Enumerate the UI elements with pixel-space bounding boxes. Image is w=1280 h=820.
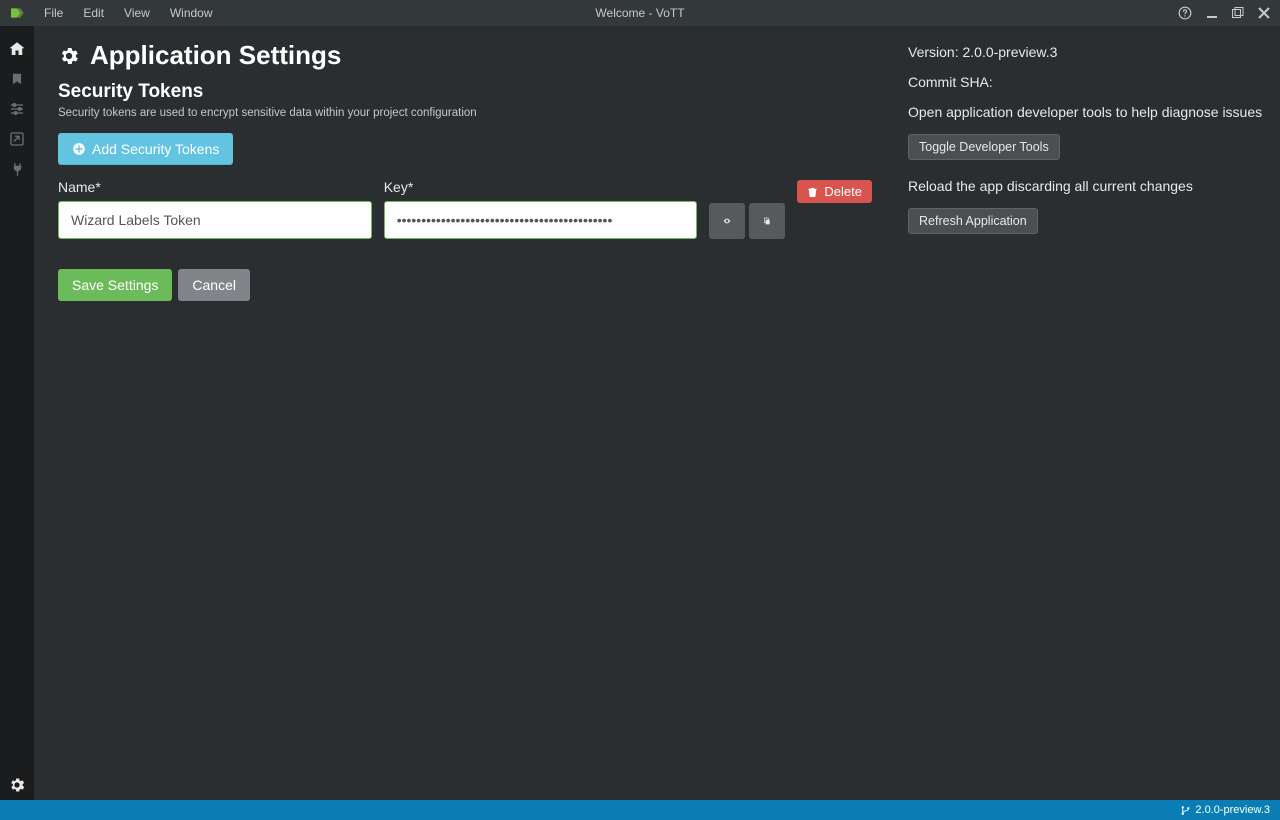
reveal-key-button[interactable]: [709, 203, 745, 239]
refresh-application-button[interactable]: Refresh Application: [908, 208, 1038, 234]
page-title: Application Settings: [58, 40, 872, 71]
token-key-input[interactable]: [384, 201, 698, 239]
page-title-text: Application Settings: [90, 40, 341, 71]
app-logo: [0, 5, 34, 21]
section-title: Security Tokens: [58, 81, 872, 103]
titlebar: File Edit View Window Welcome - VoTT: [0, 0, 1280, 26]
save-settings-button[interactable]: Save Settings: [58, 269, 172, 301]
info-pane: Version: 2.0.0-preview.3 Commit SHA: Ope…: [896, 26, 1280, 800]
status-version-text: 2.0.0-preview.3: [1195, 804, 1270, 816]
add-security-token-button[interactable]: Add Security Tokens: [58, 133, 233, 165]
reload-text: Reload the app discarding all current ch…: [908, 178, 1264, 194]
delete-token-button[interactable]: Delete: [797, 180, 872, 203]
settings-pane: Application Settings Security Tokens Sec…: [34, 26, 896, 800]
sidebar-sliders-icon[interactable]: [0, 94, 34, 124]
version-text: Version: 2.0.0-preview.3: [908, 44, 1264, 60]
token-name-input[interactable]: [58, 201, 372, 239]
section-description: Security tokens are used to encrypt sens…: [58, 107, 872, 119]
plus-circle-icon: [72, 142, 86, 156]
security-token-row: Name* Key*: [58, 179, 872, 239]
token-name-label: Name*: [58, 179, 372, 195]
add-security-token-label: Add Security Tokens: [92, 141, 219, 157]
menu-bar: File Edit View Window: [34, 0, 223, 26]
main-content: Application Settings Security Tokens Sec…: [34, 26, 1280, 800]
eye-icon: [723, 212, 731, 230]
sidebar-plug-icon[interactable]: [0, 154, 34, 184]
cancel-button[interactable]: Cancel: [178, 269, 250, 301]
toggle-devtools-button[interactable]: Toggle Developer Tools: [908, 134, 1060, 160]
help-icon[interactable]: [1178, 6, 1192, 20]
copy-icon: [763, 213, 771, 229]
window-close-icon[interactable]: [1258, 7, 1270, 19]
sidebar-settings-icon[interactable]: [0, 770, 34, 800]
sidebar-bookmark-icon[interactable]: [0, 64, 34, 94]
window-minimize-icon[interactable]: [1206, 7, 1218, 19]
menu-file[interactable]: File: [34, 0, 73, 26]
copy-key-button[interactable]: [749, 203, 785, 239]
commit-sha-text: Commit SHA:: [908, 74, 1264, 90]
menu-window[interactable]: Window: [160, 0, 223, 26]
diagnose-text: Open application developer tools to help…: [908, 104, 1264, 120]
menu-view[interactable]: View: [114, 0, 160, 26]
trash-icon: [807, 186, 818, 198]
window-maximize-icon[interactable]: [1232, 7, 1244, 19]
git-branch-icon: [1180, 805, 1191, 816]
delete-token-label: Delete: [824, 184, 862, 199]
status-bar: 2.0.0-preview.3: [0, 800, 1280, 820]
sidebar: [0, 26, 34, 800]
menu-edit[interactable]: Edit: [73, 0, 114, 26]
sidebar-export-icon[interactable]: [0, 124, 34, 154]
status-version[interactable]: 2.0.0-preview.3: [1180, 804, 1270, 816]
sidebar-home-icon[interactable]: [0, 34, 34, 64]
token-key-label: Key*: [384, 179, 698, 195]
